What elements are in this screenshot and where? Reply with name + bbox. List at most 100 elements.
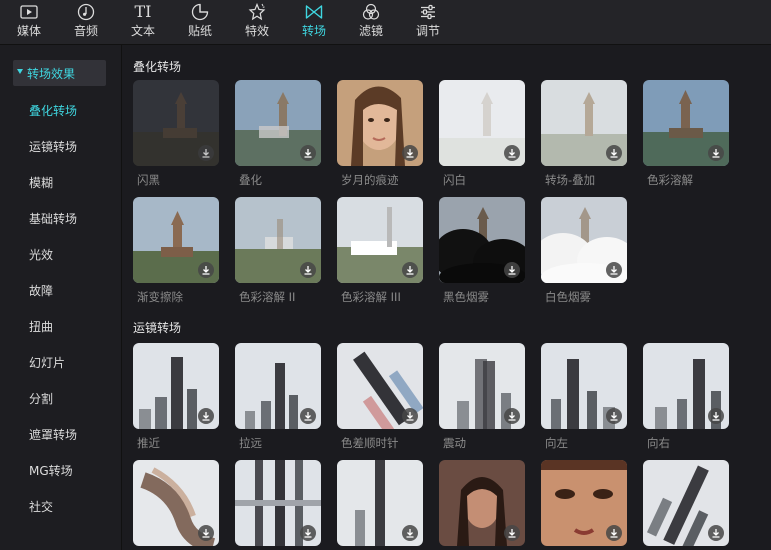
transition-thumbnail[interactable] bbox=[439, 343, 525, 429]
tab-adjust[interactable]: 调节 bbox=[399, 0, 457, 44]
download-icon bbox=[508, 412, 516, 421]
download-icon bbox=[712, 412, 720, 421]
download-button[interactable] bbox=[198, 145, 214, 161]
transition-thumbnail[interactable] bbox=[439, 460, 525, 546]
download-icon bbox=[508, 529, 516, 538]
download-button[interactable] bbox=[504, 262, 520, 278]
sidebar-item-dissolve[interactable]: 叠化转场 bbox=[29, 102, 77, 119]
tab-effects-label: 特效 bbox=[244, 24, 269, 38]
transition-label: 色彩溶解 II bbox=[239, 290, 296, 304]
transition-thumbnail[interactable] bbox=[643, 343, 729, 429]
transition-thumbnail[interactable] bbox=[541, 343, 627, 429]
tab-filter[interactable]: 滤镜 bbox=[342, 0, 400, 44]
download-button[interactable] bbox=[402, 262, 418, 278]
media-icon bbox=[20, 5, 38, 19]
download-button[interactable] bbox=[606, 262, 622, 278]
transition-thumbnail[interactable] bbox=[133, 460, 219, 546]
tab-adjust-label: 调节 bbox=[415, 24, 440, 38]
transition-thumbnail[interactable] bbox=[643, 460, 729, 546]
sidebar-item-light[interactable]: 光效 bbox=[29, 246, 53, 263]
transition-thumbnail[interactable] bbox=[133, 197, 219, 283]
transition-label: 岁月的痕迹 bbox=[341, 173, 399, 187]
sidebar-item-distort[interactable]: 扭曲 bbox=[29, 318, 53, 335]
tab-media[interactable]: 媒体 bbox=[0, 0, 58, 44]
tab-audio[interactable]: 音频 bbox=[57, 0, 115, 44]
sidebar-header-label: 转场效果 bbox=[27, 67, 76, 81]
sidebar-header-transition-effects[interactable]: 转场效果 bbox=[13, 60, 106, 86]
sidebar-item-basic[interactable]: 基础转场 bbox=[29, 210, 77, 227]
download-button[interactable] bbox=[402, 408, 418, 424]
sidebar-item-glitch[interactable]: 故障 bbox=[29, 282, 53, 299]
download-button[interactable] bbox=[198, 408, 214, 424]
transition-thumbnail[interactable] bbox=[541, 460, 627, 546]
download-button[interactable] bbox=[300, 525, 316, 541]
transition-label: 向右 bbox=[647, 436, 670, 450]
download-button[interactable] bbox=[198, 262, 214, 278]
download-icon bbox=[202, 149, 210, 158]
transition-label: 闪黑 bbox=[137, 173, 160, 187]
download-button[interactable] bbox=[708, 525, 724, 541]
download-button[interactable] bbox=[606, 145, 622, 161]
download-button[interactable] bbox=[300, 145, 316, 161]
download-icon bbox=[406, 412, 414, 421]
tab-effects[interactable]: 特效 bbox=[228, 0, 286, 44]
download-button[interactable] bbox=[606, 408, 622, 424]
transition-label: 色彩溶解 III bbox=[341, 290, 401, 304]
tab-media-label: 媒体 bbox=[16, 24, 41, 38]
transition-thumbnail[interactable] bbox=[235, 460, 321, 546]
sidebar-item-mg[interactable]: MG转场 bbox=[29, 462, 73, 479]
download-button[interactable] bbox=[300, 408, 316, 424]
transition-thumbnail[interactable] bbox=[235, 343, 321, 429]
transition-thumbnail[interactable] bbox=[541, 80, 627, 166]
transition-thumbnail[interactable] bbox=[235, 80, 321, 166]
download-button[interactable] bbox=[606, 525, 622, 541]
download-button[interactable] bbox=[504, 525, 520, 541]
tab-sticker[interactable]: 贴纸 bbox=[171, 0, 229, 44]
transition-icon bbox=[305, 5, 323, 19]
transition-thumbnail[interactable] bbox=[337, 343, 423, 429]
download-button[interactable] bbox=[708, 145, 724, 161]
download-button[interactable] bbox=[300, 262, 316, 278]
download-icon bbox=[202, 529, 210, 538]
transition-thumbnail[interactable] bbox=[643, 80, 729, 166]
tab-filter-label: 滤镜 bbox=[358, 24, 383, 38]
download-button[interactable] bbox=[402, 525, 418, 541]
transition-thumbnail[interactable] bbox=[337, 80, 423, 166]
tab-text[interactable]: TI 文本 bbox=[114, 0, 172, 44]
sidebar-item-slideshow[interactable]: 幻灯片 bbox=[29, 354, 65, 371]
caret-down-icon bbox=[17, 69, 23, 74]
download-icon bbox=[304, 266, 312, 275]
sidebar-item-mask[interactable]: 遮罩转场 bbox=[29, 426, 77, 443]
tab-transition-label: 转场 bbox=[301, 24, 326, 38]
tab-audio-label: 音频 bbox=[73, 24, 98, 38]
download-button[interactable] bbox=[198, 525, 214, 541]
transition-thumbnail[interactable] bbox=[541, 197, 627, 283]
transition-thumbnail[interactable] bbox=[439, 80, 525, 166]
transition-thumbnail[interactable] bbox=[133, 343, 219, 429]
download-icon bbox=[712, 149, 720, 158]
audio-icon bbox=[77, 3, 95, 21]
download-icon bbox=[202, 412, 210, 421]
transition-thumbnail[interactable] bbox=[337, 197, 423, 283]
tab-transition[interactable]: 转场 bbox=[285, 0, 343, 44]
transition-thumbnail[interactable] bbox=[133, 80, 219, 166]
download-button[interactable] bbox=[504, 408, 520, 424]
transition-thumbnail[interactable] bbox=[439, 197, 525, 283]
sidebar-item-blur[interactable]: 模糊 bbox=[29, 174, 53, 191]
sidebar-item-camera-move[interactable]: 运镜转场 bbox=[29, 138, 77, 155]
download-icon bbox=[610, 266, 618, 275]
adjust-icon bbox=[421, 4, 435, 20]
transition-thumbnail[interactable] bbox=[235, 197, 321, 283]
effects-icon bbox=[248, 3, 266, 21]
transition-label: 向左 bbox=[545, 436, 568, 450]
section-title-dissolve: 叠化转场 bbox=[133, 60, 182, 74]
download-icon bbox=[610, 529, 618, 538]
sidebar-item-split[interactable]: 分割 bbox=[29, 390, 53, 407]
transition-thumbnail[interactable] bbox=[337, 460, 423, 546]
download-button[interactable] bbox=[402, 145, 418, 161]
sidebar-item-social[interactable]: 社交 bbox=[29, 498, 53, 515]
download-button[interactable] bbox=[504, 145, 520, 161]
transition-label: 叠化 bbox=[239, 173, 262, 187]
transition-label: 推近 bbox=[137, 436, 160, 450]
download-button[interactable] bbox=[708, 408, 724, 424]
